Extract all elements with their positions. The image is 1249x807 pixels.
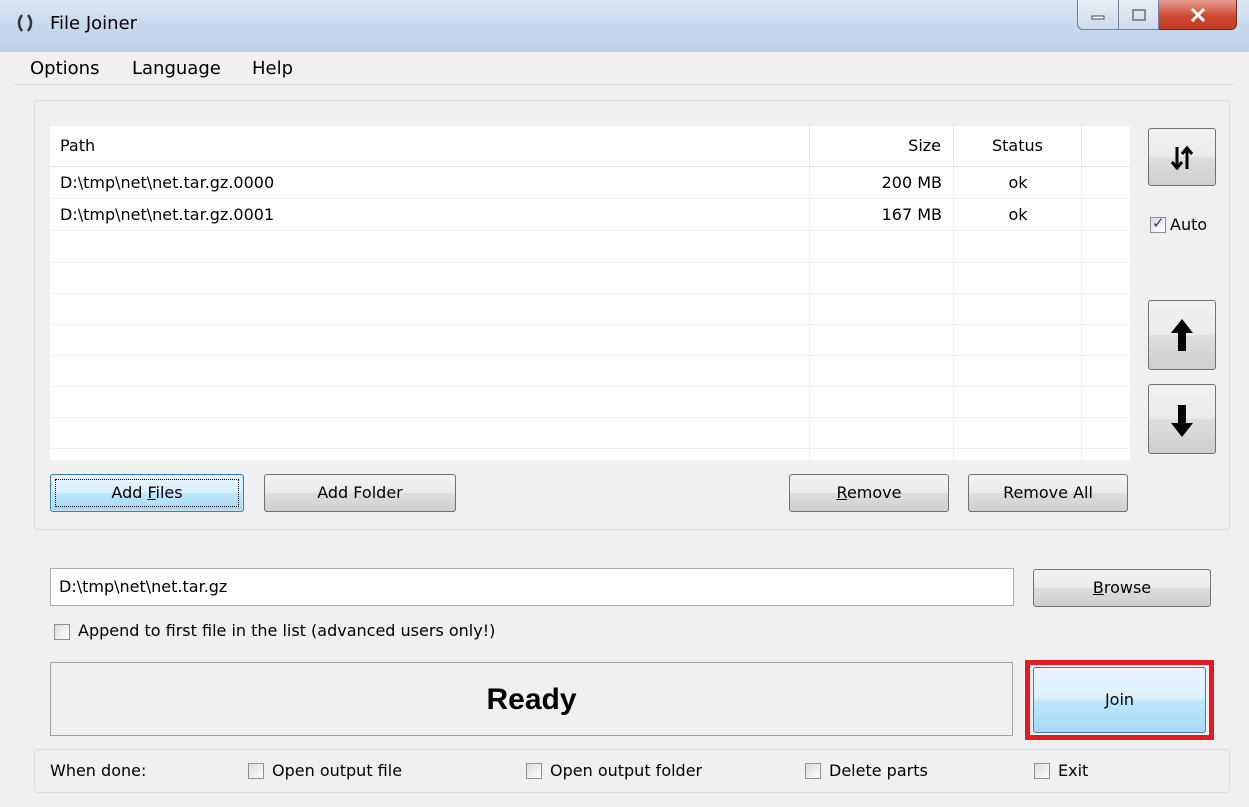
append-label: Append to first file in the list (advanc…	[78, 621, 496, 640]
empty-row	[50, 293, 1130, 325]
app-icon	[17, 14, 33, 32]
arrow-down-icon	[1171, 405, 1193, 437]
close-button[interactable]	[1159, 0, 1237, 30]
empty-row	[50, 417, 1130, 449]
empty-row	[50, 355, 1130, 387]
maximize-icon	[1131, 8, 1146, 21]
empty-row	[50, 262, 1130, 294]
table-row[interactable]: D:\tmp\net\net.tar.gz.0001 167 MB ok	[50, 199, 1130, 231]
remove-all-button[interactable]: Remove All	[968, 474, 1128, 512]
exit-label: Exit	[1058, 761, 1089, 780]
arrow-up-icon	[1171, 319, 1193, 351]
remove-label: Remove	[836, 483, 902, 502]
file-list-header: Path Size Status	[50, 126, 1130, 167]
add-folder-button[interactable]: Add Folder	[264, 474, 456, 512]
row-size: 200 MB	[881, 173, 942, 192]
append-checkbox[interactable]	[54, 624, 70, 640]
sort-arrows-icon	[1170, 145, 1194, 171]
window-title: File Joiner	[50, 13, 138, 34]
delete-parts-label: Delete parts	[829, 761, 928, 780]
join-highlight-box	[1025, 660, 1214, 740]
column-status[interactable]: Status	[954, 126, 1082, 166]
row-status: ok	[1008, 173, 1028, 192]
window-controls	[1077, 0, 1237, 30]
column-path[interactable]: Path	[50, 126, 810, 166]
menu-options[interactable]: Options	[30, 58, 99, 79]
empty-row	[50, 231, 1130, 263]
menu-language[interactable]: Language	[132, 58, 221, 79]
row-status: ok	[1008, 205, 1028, 224]
row-path: D:\tmp\net\net.tar.gz.0000	[60, 173, 275, 192]
sort-button[interactable]	[1148, 128, 1216, 186]
empty-row	[50, 324, 1130, 356]
browse-label: Browse	[1092, 578, 1152, 597]
row-path: D:\tmp\net\net.tar.gz.0001	[60, 205, 275, 224]
maximize-button[interactable]	[1119, 0, 1159, 30]
empty-row	[50, 386, 1130, 418]
add-files-button[interactable]: Add Files	[50, 474, 244, 512]
minimize-icon	[1091, 15, 1105, 19]
file-joiner-window: File Joiner Options Language Help Path S…	[0, 0, 1249, 807]
auto-checkbox[interactable]	[1150, 214, 1166, 233]
table-row[interactable]: D:\tmp\net\net.tar.gz.0000 200 MB ok	[50, 167, 1130, 199]
when-done-label: When done:	[50, 761, 147, 780]
auto-label: Auto	[1170, 215, 1208, 234]
menu-bar: Options Language Help	[14, 54, 1234, 85]
exit-checkbox[interactable]	[1034, 763, 1050, 779]
file-list[interactable]: Path Size Status D:\tmp\net\net.tar.gz.0…	[50, 126, 1130, 460]
menu-help[interactable]: Help	[252, 58, 293, 79]
move-up-button[interactable]	[1148, 300, 1216, 370]
remove-button[interactable]: Remove	[789, 474, 949, 512]
open-output-folder-label: Open output folder	[550, 761, 703, 780]
move-down-button[interactable]	[1148, 384, 1216, 454]
output-path-input[interactable]: D:\tmp\net\net.tar.gz	[50, 568, 1014, 606]
delete-parts-checkbox[interactable]	[805, 763, 821, 779]
column-size[interactable]: Size	[810, 126, 954, 166]
open-output-file-checkbox[interactable]	[248, 763, 264, 779]
focus-rect	[55, 479, 239, 507]
status-panel: Ready	[50, 662, 1013, 736]
browse-button[interactable]: Browse	[1033, 569, 1211, 607]
minimize-button[interactable]	[1077, 0, 1119, 30]
close-icon	[1190, 7, 1205, 22]
open-output-file-label: Open output file	[272, 761, 403, 780]
open-output-folder-checkbox[interactable]	[526, 763, 542, 779]
title-bar[interactable]: File Joiner	[0, 0, 1249, 52]
row-size: 167 MB	[881, 205, 942, 224]
